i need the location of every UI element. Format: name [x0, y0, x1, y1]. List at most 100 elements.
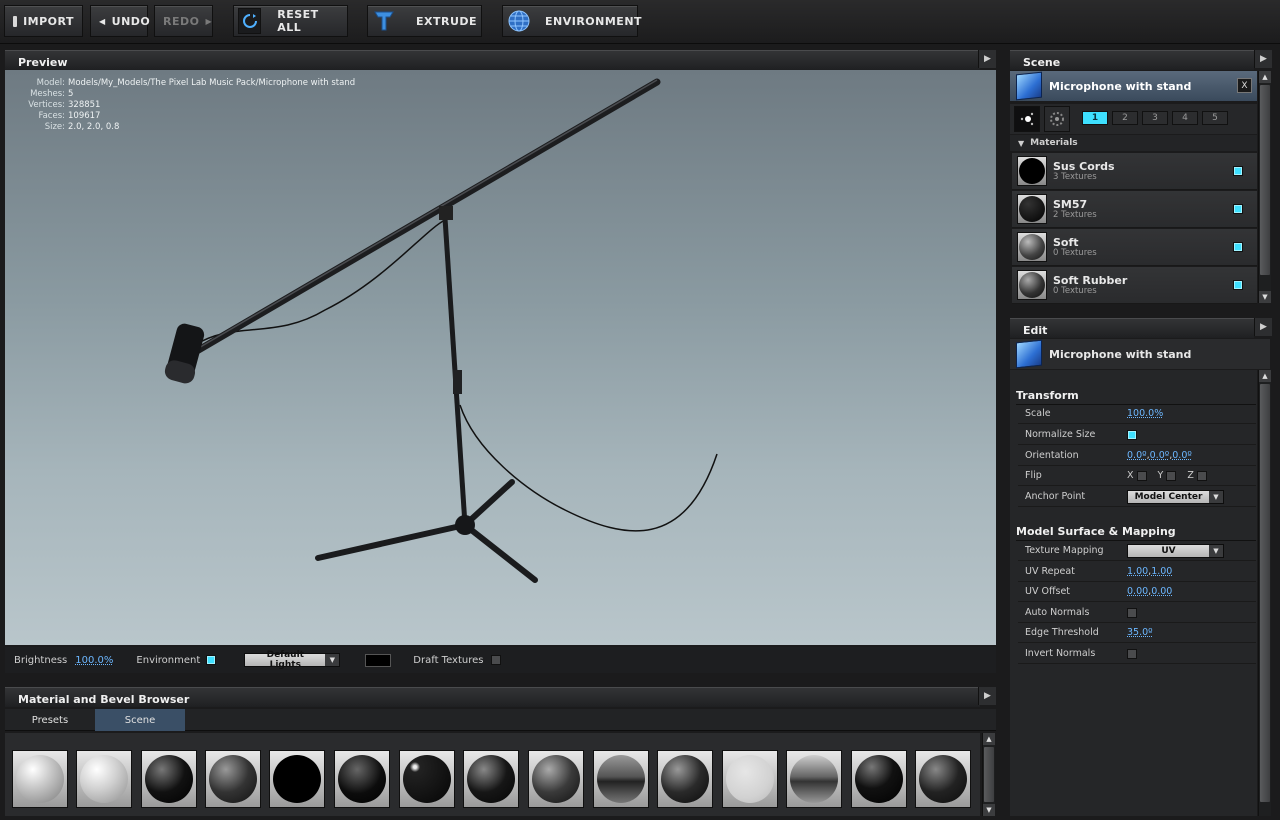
- preview-viewport[interactable]: Model: Models/My_Models/The Pixel Lab Mus…: [5, 70, 996, 645]
- brightness-label: Brightness: [14, 654, 68, 666]
- environment-checkbox[interactable]: [206, 655, 217, 665]
- material-item-sm57[interactable]: SM57 2 Textures: [1012, 191, 1257, 228]
- material-visible-checkbox[interactable]: [1233, 204, 1243, 214]
- draft-textures-checkbox[interactable]: [491, 655, 502, 665]
- uv-offset-row: UV Offset 0.00, 0.00: [1018, 582, 1256, 602]
- scroll-up-icon[interactable]: ▲: [1259, 370, 1271, 382]
- material-item-sus-cords[interactable]: Sus Cords 3 Textures: [1012, 153, 1257, 190]
- preview-title: Preview: [5, 50, 980, 70]
- close-button[interactable]: X: [1237, 78, 1252, 93]
- scroll-up-icon[interactable]: ▲: [1259, 71, 1271, 83]
- light-tab-4[interactable]: 4: [1172, 111, 1198, 125]
- extrude-label: EXTRUDE: [416, 14, 478, 28]
- auto-normals-row: Auto Normals: [1018, 603, 1256, 623]
- edge-threshold-value[interactable]: 35.0º: [1127, 627, 1153, 638]
- material-swatch[interactable]: [786, 750, 842, 808]
- light-ring-icon[interactable]: [1044, 106, 1070, 132]
- material-swatch[interactable]: [593, 750, 649, 808]
- anchor-dropdown[interactable]: Model Center ▼: [1127, 489, 1224, 504]
- uv-repeat-u[interactable]: 1.00: [1127, 566, 1148, 577]
- flip-y-label: Y: [1157, 470, 1164, 481]
- scroll-up-icon[interactable]: ▲: [983, 733, 995, 745]
- material-item-soft-rubber[interactable]: Soft Rubber 0 Textures: [1012, 267, 1257, 304]
- scene-scrollbar[interactable]: ▲ ▼: [1258, 71, 1271, 303]
- redo-button[interactable]: REDO ▶: [154, 5, 213, 37]
- scale-label: Scale: [1025, 408, 1051, 419]
- triangle-down-icon: ▼: [1018, 138, 1025, 148]
- scroll-thumb[interactable]: [1260, 384, 1270, 802]
- material-visible-checkbox[interactable]: [1233, 280, 1243, 290]
- browser-expand-icon[interactable]: ▶: [978, 687, 996, 705]
- lights-dropdown[interactable]: Default Lights ▼: [244, 650, 341, 670]
- material-thumb: [1017, 232, 1047, 262]
- material-swatch[interactable]: [851, 750, 907, 808]
- flip-x-checkbox[interactable]: [1136, 470, 1147, 481]
- uv-repeat-label: UV Repeat: [1025, 566, 1075, 577]
- material-item-soft[interactable]: Soft 0 Textures: [1012, 229, 1257, 266]
- material-swatch[interactable]: [657, 750, 713, 808]
- edit-expand-icon[interactable]: ▶: [1254, 318, 1272, 336]
- scroll-thumb[interactable]: [1260, 85, 1270, 275]
- material-name: Sus Cords: [1053, 159, 1115, 173]
- tab-presets[interactable]: Presets: [5, 709, 95, 731]
- background-color-swatch[interactable]: [365, 653, 392, 667]
- auto-normals-checkbox[interactable]: [1127, 607, 1137, 618]
- scroll-down-icon[interactable]: ▼: [1259, 291, 1271, 303]
- uv-offset-u[interactable]: 0.00: [1127, 586, 1148, 597]
- uv-offset-v[interactable]: 0.00: [1151, 586, 1172, 597]
- material-visible-checkbox[interactable]: [1233, 166, 1243, 176]
- scene-object-header[interactable]: Microphone with stand X: [1010, 71, 1257, 101]
- orientation-y-value[interactable]: 0.0º: [1150, 450, 1170, 461]
- reset-icon: [238, 8, 262, 34]
- tab-scene[interactable]: Scene: [95, 709, 185, 731]
- browser-scrollbar[interactable]: ▲ ▼: [982, 733, 995, 816]
- texture-mapping-dropdown[interactable]: UV ▼: [1127, 543, 1224, 558]
- orientation-row: Orientation 0.0º, 0.0º, 0.0º: [1018, 446, 1256, 466]
- material-swatch[interactable]: [205, 750, 261, 808]
- material-swatch[interactable]: [463, 750, 519, 808]
- edit-scrollbar[interactable]: ▲: [1258, 370, 1271, 816]
- scroll-thumb[interactable]: [984, 747, 994, 802]
- material-swatch[interactable]: [334, 750, 390, 808]
- material-swatch[interactable]: [269, 750, 325, 808]
- material-swatch[interactable]: [141, 750, 197, 808]
- material-swatch[interactable]: [528, 750, 584, 808]
- flip-y-checkbox[interactable]: [1166, 470, 1177, 481]
- material-swatch[interactable]: [722, 750, 778, 808]
- light-tab-2[interactable]: 2: [1112, 111, 1138, 125]
- uv-repeat-v[interactable]: 1.00: [1151, 566, 1172, 577]
- light-tab-3[interactable]: 3: [1142, 111, 1168, 125]
- auto-normals-label: Auto Normals: [1025, 607, 1090, 618]
- light-tab-1[interactable]: 1: [1082, 111, 1108, 125]
- reset-all-button[interactable]: RESET ALL: [233, 5, 348, 37]
- redo-label: REDO: [163, 14, 200, 28]
- scroll-down-icon[interactable]: ▼: [983, 804, 995, 816]
- folder-icon: [13, 15, 18, 27]
- scene-expand-icon[interactable]: ▶: [1254, 50, 1272, 68]
- light-point-icon[interactable]: [1014, 106, 1040, 132]
- material-swatch[interactable]: [76, 750, 132, 808]
- invert-normals-row: Invert Normals: [1018, 644, 1256, 664]
- orientation-z-value[interactable]: 0.0º: [1172, 450, 1192, 461]
- environment-button[interactable]: ENVIRONMENT: [502, 5, 642, 37]
- invert-normals-checkbox[interactable]: [1127, 648, 1137, 659]
- material-swatch[interactable]: [399, 750, 455, 808]
- texture-mapping-label: Texture Mapping: [1025, 545, 1104, 556]
- scale-value[interactable]: 100.0%: [1127, 408, 1163, 419]
- undo-button[interactable]: ◀ UNDO: [90, 5, 150, 37]
- normalize-checkbox[interactable]: [1127, 429, 1137, 440]
- material-swatch[interactable]: [12, 750, 68, 808]
- brightness-value[interactable]: 100.0%: [75, 655, 113, 666]
- material-thumb: [1017, 156, 1047, 186]
- extrude-button[interactable]: EXTRUDE: [367, 5, 482, 37]
- material-visible-checkbox[interactable]: [1233, 242, 1243, 252]
- flip-z-checkbox[interactable]: [1196, 470, 1207, 481]
- preview-expand-icon[interactable]: ▶: [978, 50, 996, 68]
- scene-object-name: Microphone with stand: [1049, 79, 1192, 93]
- orientation-x-value[interactable]: 0.0º: [1127, 450, 1147, 461]
- import-button[interactable]: IMPORT: [4, 5, 83, 37]
- texture-mapping-row: Texture Mapping UV ▼: [1018, 541, 1256, 561]
- materials-header[interactable]: ▼ Materials: [1010, 135, 1257, 151]
- material-swatch[interactable]: [915, 750, 971, 808]
- light-tab-5[interactable]: 5: [1202, 111, 1228, 125]
